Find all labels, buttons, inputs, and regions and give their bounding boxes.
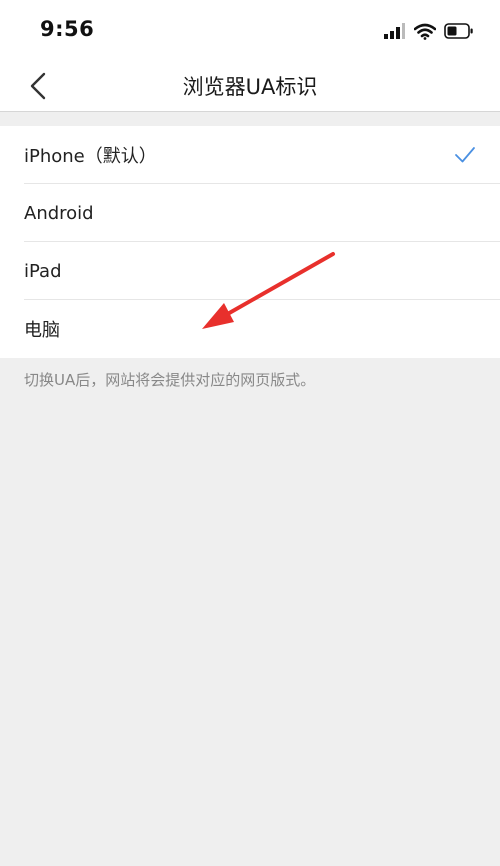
status-time: 9:56	[40, 17, 95, 41]
option-label: iPad	[24, 260, 62, 282]
checkmark-icon	[455, 147, 475, 163]
signal-icon	[384, 23, 405, 39]
page-title: 浏览器UA标识	[182, 75, 318, 99]
ua-options-list: iPhone（默认） Android iPad 电脑	[0, 126, 500, 358]
status-bar: 9:56	[0, 0, 500, 58]
option-ipad[interactable]: iPad	[0, 242, 500, 300]
wifi-icon	[414, 23, 436, 40]
screen: 9:56 浏览器UA标识 iPhone（默认） Android iPad 电脑 …	[0, 0, 500, 866]
option-android[interactable]: Android	[0, 184, 500, 242]
navigation-bar: 浏览器UA标识	[0, 58, 500, 112]
option-label: Android	[24, 202, 94, 224]
battery-icon	[444, 23, 473, 39]
option-iphone[interactable]: iPhone（默认）	[0, 126, 500, 184]
option-label: 电脑	[24, 320, 60, 341]
option-label: iPhone（默认）	[24, 146, 157, 167]
hint-text: 切换UA后，网站将会提供对应的网页版式。	[24, 371, 316, 389]
status-icons	[384, 20, 474, 42]
option-desktop[interactable]: 电脑	[0, 300, 500, 358]
